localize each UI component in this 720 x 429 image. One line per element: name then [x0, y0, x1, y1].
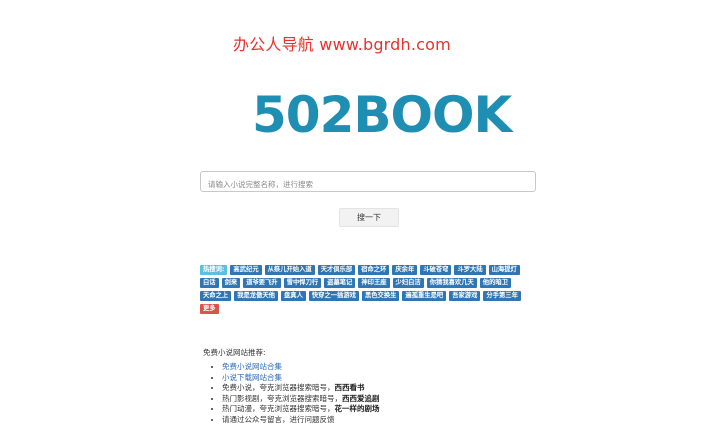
hot-word-tag[interactable]: 山海提灯	[488, 265, 520, 275]
recommend-text: 免费小说，夸克浏览器搜索暗号，	[222, 383, 335, 392]
hot-word-tag[interactable]: 天才俱乐部	[317, 265, 356, 275]
hot-word-tag[interactable]: 雪中悍刀行	[283, 278, 322, 288]
recommend-heading: 免费小说网站推荐:	[203, 348, 266, 357]
recommend-link[interactable]: 免费小说网站合集	[222, 362, 282, 371]
watermark: 办公人导航 www.bgrdh.com	[233, 35, 451, 54]
hot-word-tag[interactable]: 剑来	[221, 278, 241, 288]
search-box	[200, 171, 536, 194]
hot-word-tag[interactable]: 天命之上	[200, 291, 232, 301]
hot-word-tag[interactable]: 神印王座	[358, 278, 390, 288]
hot-word-tag[interactable]: 盘真人	[280, 291, 306, 301]
recommend-list: 免费小说网站合集 小说下载网站合集 免费小说，夸克浏览器搜索暗号，西西看书 热门…	[203, 362, 380, 425]
search-input[interactable]	[201, 175, 535, 194]
recommend-keyword: 西西爱追剧	[342, 393, 380, 403]
hot-word-tag[interactable]: 斗罗大陆	[454, 265, 486, 275]
hot-word-tag[interactable]: 分手第三年	[483, 291, 521, 301]
hot-word-tag[interactable]: 我是龙傲天他	[234, 291, 278, 301]
recommend-keyword: 西西看书	[334, 383, 365, 392]
hot-word-tag[interactable]: 黑色交换生	[361, 291, 400, 301]
hot-words-label: 热搜词:	[200, 265, 228, 275]
hot-word-tag[interactable]: 从祭儿开始入道	[264, 265, 315, 275]
hot-word-tag[interactable]: 宿命之环	[358, 265, 390, 275]
hot-word-tag[interactable]: 斗破苍穹	[420, 265, 452, 275]
recommend-text: 热门动漫，夸克浏览器搜索暗号，	[222, 404, 335, 413]
list-item: 免费小说网站合集	[222, 362, 380, 373]
hot-word-tag[interactable]: 少妇白洁	[392, 278, 424, 288]
hot-word-tag[interactable]: 遍孤重生是吧	[402, 291, 447, 301]
hot-word-tag[interactable]: 快穿之一插游戏	[308, 291, 359, 301]
recommend-text: 请通过公众号留言，进行问题反馈	[222, 414, 335, 424]
site-logo[interactable]: 502BOOK	[252, 86, 512, 144]
more-button[interactable]: 更多	[200, 304, 219, 314]
hot-word-tag[interactable]: 道爷要飞升	[243, 278, 281, 288]
recommend-link[interactable]: 小说下载网站合集	[222, 373, 282, 382]
recommend-section: 免费小说网站推荐: 免费小说网站合集 小说下载网站合集 免费小说，夸克浏览器搜索…	[203, 347, 380, 425]
hot-word-tag[interactable]: 盗墓笔记	[324, 278, 356, 288]
list-item: 热门影视剧，夸克浏览器搜索暗号，西西爱追剧	[222, 394, 380, 405]
list-item: 请通过公众号留言，进行问题反馈	[222, 415, 380, 426]
hot-word-tag[interactable]: 你猜我喜欢几天	[426, 278, 477, 288]
recommend-keyword: 花一样的剧场	[334, 404, 380, 413]
hot-word-tag[interactable]: 庆余年	[392, 265, 418, 275]
hot-word-tag[interactable]: 高武纪元	[230, 265, 262, 275]
list-item: 小说下载网站合集	[222, 373, 380, 384]
hot-word-tag[interactable]: 吾家游戏	[449, 291, 481, 301]
hot-word-tag[interactable]: 白话	[200, 278, 219, 288]
search-button[interactable]: 搜一下	[339, 208, 399, 227]
list-item: 免费小说，夸克浏览器搜索暗号，西西看书	[222, 383, 380, 394]
list-item: 热门动漫，夸克浏览器搜索暗号，花一样的剧场	[222, 404, 380, 415]
hot-words: 热搜词: 高武纪元 从祭儿开始入道 天才俱乐部 宿命之环 庆余年 斗破苍穹 斗罗大陆 山海提灯…	[200, 265, 540, 317]
hot-word-tag[interactable]: 他的暗卫	[479, 278, 511, 288]
recommend-text: 热门影视剧，夸克浏览器搜索暗号，	[222, 393, 342, 403]
